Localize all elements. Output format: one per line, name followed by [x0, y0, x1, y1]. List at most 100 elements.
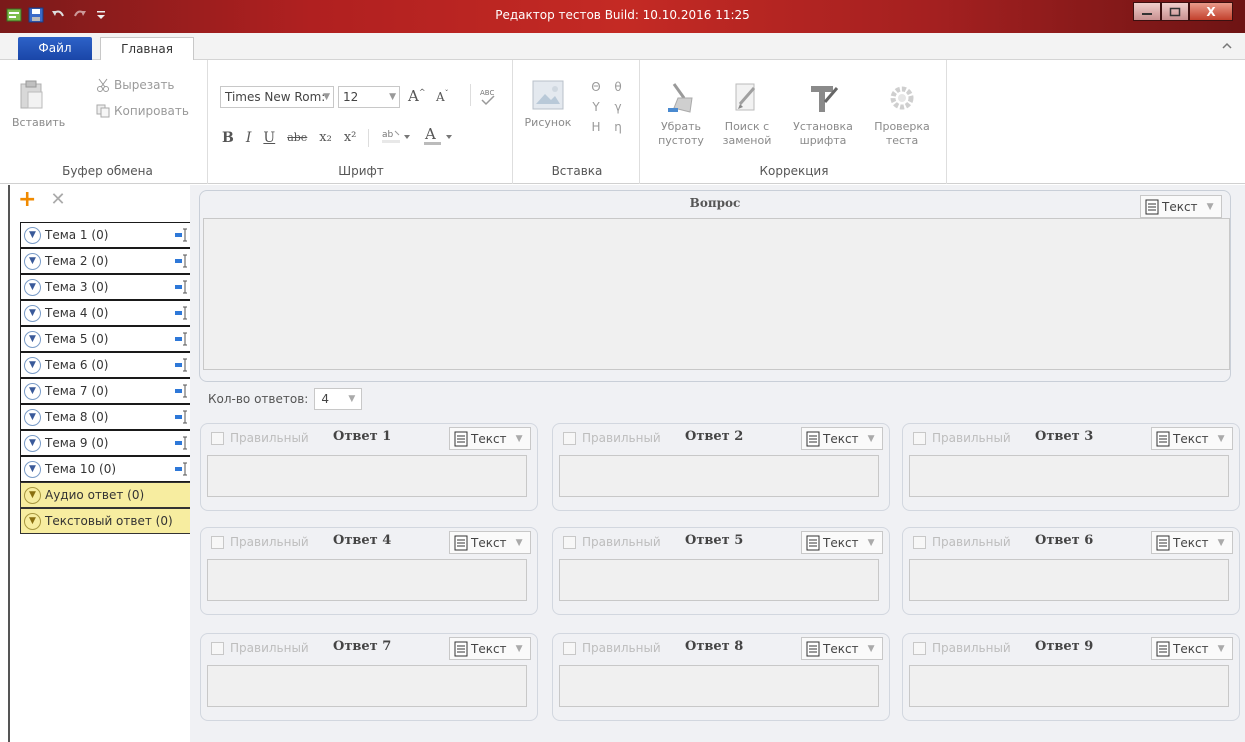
correct-checkbox[interactable] — [563, 642, 576, 655]
chevron-down-icon[interactable]: ▼ — [24, 486, 41, 504]
correct-checkbox[interactable] — [913, 432, 926, 445]
edit-topic-icon[interactable] — [175, 358, 189, 375]
check-test-button[interactable]: Проверка теста — [868, 82, 936, 148]
underline-button[interactable]: U — [263, 130, 275, 146]
chevron-down-icon[interactable]: ▼ — [24, 304, 41, 322]
answer-format-select[interactable]: Текст ▼ — [449, 427, 531, 450]
answer-format-select[interactable]: Текст ▼ — [449, 637, 531, 660]
answer-format-select[interactable]: Текст ▼ — [1151, 531, 1233, 554]
chevron-down-icon[interactable]: ▼ — [24, 330, 41, 348]
correct-checkbox[interactable] — [211, 432, 224, 445]
edit-topic-icon[interactable] — [175, 410, 189, 427]
edit-topic-icon[interactable] — [175, 384, 189, 401]
edit-topic-icon[interactable] — [175, 462, 189, 479]
font-size-select[interactable]: 12 ▼ — [338, 86, 400, 108]
copy-button[interactable]: Копировать — [96, 104, 189, 118]
question-text-area[interactable] — [203, 218, 1230, 370]
chevron-down-icon[interactable]: ▼ — [24, 226, 41, 244]
answer-text-area[interactable] — [207, 455, 527, 497]
add-icon[interactable]: + — [18, 188, 36, 210]
strikethrough-button[interactable]: abe — [287, 131, 307, 144]
chevron-down-icon[interactable]: ▼ — [24, 356, 41, 374]
correct-checkbox[interactable] — [563, 536, 576, 549]
topic-item[interactable]: ▼ Тема 3 (0) — [20, 274, 198, 300]
topic-item[interactable]: ▼ Тема 10 (0) — [20, 456, 198, 482]
correct-checkbox[interactable] — [211, 642, 224, 655]
answer-text-area[interactable] — [559, 455, 879, 497]
answer-format-select[interactable]: Текст ▼ — [801, 427, 883, 450]
shrink-font-button[interactable]: Aˇ — [436, 89, 449, 104]
answer-title: Ответ 3 — [1035, 429, 1094, 444]
edit-topic-icon[interactable] — [175, 280, 189, 297]
topic-item[interactable]: ▼ Тема 6 (0) — [20, 352, 198, 378]
answer-format-select[interactable]: Текст ▼ — [801, 637, 883, 660]
find-replace-button[interactable]: Поиск с заменой — [716, 82, 778, 148]
chevron-down-icon[interactable]: ▼ — [24, 460, 41, 478]
topic-item[interactable]: ▼ Тема 7 (0) — [20, 378, 198, 404]
chevron-down-icon[interactable]: ▼ — [24, 434, 41, 452]
subscript-button[interactable]: x₂ — [319, 130, 332, 145]
edit-topic-icon[interactable] — [175, 228, 189, 245]
answer-format-select[interactable]: Текст ▼ — [1151, 637, 1233, 660]
set-font-button[interactable]: Установка шрифта — [788, 82, 858, 148]
answer-format-select[interactable]: Текст ▼ — [801, 531, 883, 554]
highlight-color-button[interactable]: ab — [381, 127, 411, 148]
symbol-button[interactable]: Θ — [585, 80, 607, 94]
answer-text-area[interactable] — [909, 559, 1229, 601]
correct-checkbox[interactable] — [563, 432, 576, 445]
text-answer-item[interactable]: ▼ Текстовый ответ (0) — [20, 508, 198, 534]
correct-checkbox[interactable] — [913, 642, 926, 655]
remove-empty-button[interactable]: Убрать пустоту — [650, 82, 712, 148]
topic-item[interactable]: ▼ Тема 5 (0) — [20, 326, 198, 352]
topic-item[interactable]: ▼ Тема 4 (0) — [20, 300, 198, 326]
symbol-button[interactable]: η — [607, 120, 629, 134]
topic-item[interactable]: ▼ Тема 8 (0) — [20, 404, 198, 430]
answer-text-area[interactable] — [207, 559, 527, 601]
answer-text-area[interactable] — [909, 455, 1229, 497]
chevron-down-icon[interactable]: ▼ — [24, 382, 41, 400]
answer-text-area[interactable] — [909, 665, 1229, 707]
spellcheck-button[interactable]: ABC — [478, 86, 498, 109]
chevron-down-icon[interactable]: ▼ — [24, 252, 41, 270]
insert-picture-button[interactable]: Рисунок — [523, 80, 573, 130]
symbol-button[interactable]: Η — [585, 120, 607, 134]
answer-text-area[interactable] — [559, 559, 879, 601]
edit-topic-icon[interactable] — [175, 306, 189, 323]
answer-format-select[interactable]: Текст ▼ — [449, 531, 531, 554]
question-format-select[interactable]: Текст ▼ — [1140, 195, 1222, 218]
answer-text-area[interactable] — [207, 665, 527, 707]
ribbon-collapse-icon[interactable] — [1221, 40, 1233, 52]
edit-topic-icon[interactable] — [175, 436, 189, 453]
superscript-button[interactable]: x² — [344, 130, 357, 145]
cut-button[interactable]: Вырезать — [96, 78, 175, 92]
chevron-down-icon[interactable]: ▼ — [24, 408, 41, 426]
audio-answer-item[interactable]: ▼ Аудио ответ (0) — [20, 482, 198, 508]
answer-format-select[interactable]: Текст ▼ — [1151, 427, 1233, 450]
correct-checkbox[interactable] — [913, 536, 926, 549]
paste-button[interactable]: Вставить — [12, 80, 65, 130]
chevron-down-icon[interactable]: ▼ — [24, 278, 41, 296]
topic-item[interactable]: ▼ Тема 1 (0) — [20, 222, 198, 248]
grow-font-button[interactable]: A^ — [408, 87, 426, 105]
tab-file[interactable]: Файл — [18, 37, 92, 60]
font-family-select[interactable]: Times New Rom: ▼ — [220, 86, 334, 108]
italic-button[interactable]: I — [246, 130, 252, 146]
font-color-button[interactable]: A — [423, 125, 453, 149]
close-button[interactable]: X — [1189, 2, 1233, 21]
topic-item[interactable]: ▼ Тема 2 (0) — [20, 248, 198, 274]
delete-icon[interactable]: ✕ — [50, 189, 65, 210]
edit-topic-icon[interactable] — [175, 332, 189, 349]
tab-home[interactable]: Главная — [100, 37, 194, 61]
bold-button[interactable]: B — [222, 130, 234, 146]
answer-text-area[interactable] — [559, 665, 879, 707]
symbol-button[interactable]: Υ — [585, 100, 607, 114]
symbol-button[interactable]: γ — [607, 100, 629, 114]
edit-topic-icon[interactable] — [175, 254, 189, 271]
maximize-button[interactable] — [1161, 2, 1189, 21]
chevron-down-icon[interactable]: ▼ — [24, 512, 41, 530]
correct-checkbox[interactable] — [211, 536, 224, 549]
topic-item[interactable]: ▼ Тема 9 (0) — [20, 430, 198, 456]
symbol-button[interactable]: θ — [607, 80, 629, 94]
minimize-button[interactable] — [1133, 2, 1161, 21]
answer-count-select[interactable]: 4 ▼ — [314, 388, 363, 410]
